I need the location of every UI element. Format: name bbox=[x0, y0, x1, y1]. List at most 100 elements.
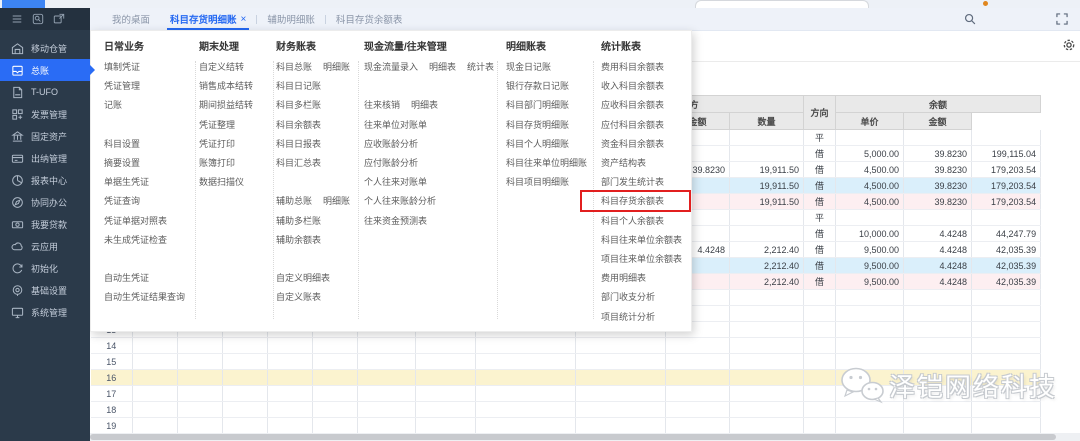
menu-item[interactable]: 凭证单据对照表 bbox=[104, 214, 167, 227]
menu-item[interactable]: 现金日记账 bbox=[506, 60, 551, 73]
table-row[interactable]: 14 bbox=[91, 338, 1041, 354]
menu-item[interactable]: 自定义结转 bbox=[199, 60, 244, 73]
sidebar-item-system[interactable]: 系统管理 bbox=[0, 301, 90, 323]
menu-item[interactable]: 账簿打印 bbox=[199, 156, 235, 169]
tab-3[interactable]: 辅助明细账 bbox=[257, 8, 325, 30]
menu-item[interactable]: 凭证管理 bbox=[104, 79, 140, 92]
menu-item[interactable]: 应收账龄分析 bbox=[364, 137, 418, 150]
menu-item[interactable]: 填制凭证 bbox=[104, 60, 140, 73]
menu-item[interactable]: 收入科目余额表 bbox=[601, 79, 664, 92]
menu-item[interactable]: 自定义明细表 bbox=[276, 271, 330, 284]
menu-item[interactable]: 自动生凭证结果查询 bbox=[104, 290, 185, 303]
menu-item[interactable]: 费用明细表 bbox=[601, 271, 646, 284]
horizontal-scrollbar-thumb[interactable] bbox=[90, 434, 1056, 440]
export-icon[interactable] bbox=[53, 13, 65, 25]
tab-4[interactable]: 科目存货余额表 bbox=[326, 8, 413, 30]
menu-item[interactable]: 科目项目明细账 bbox=[506, 175, 569, 188]
menu-item[interactable]: 项目统计分析 bbox=[601, 310, 655, 323]
menu-item-highlighted[interactable]: 科目存货余额表 bbox=[601, 194, 664, 207]
tab-1[interactable]: 我的桌面 bbox=[102, 8, 160, 30]
menu-item[interactable]: 辅助多栏账 bbox=[276, 214, 321, 227]
menu-item[interactable]: 部门收支分析 bbox=[601, 290, 655, 303]
menu-item[interactable]: 明细账 bbox=[323, 60, 350, 73]
menu-item[interactable]: 科目往来单位余额表 bbox=[601, 233, 682, 246]
sidebar-item-invoice[interactable]: 发票管理 bbox=[0, 103, 90, 125]
price-cell bbox=[904, 130, 972, 146]
hamburger-icon[interactable] bbox=[11, 13, 23, 25]
menu-item[interactable]: 自定义账表 bbox=[276, 290, 321, 303]
menu-item[interactable]: 项目往来单位余额表 bbox=[601, 252, 682, 265]
menu-item[interactable]: 应付账龄分析 bbox=[364, 156, 418, 169]
menu-item[interactable]: 科目个人余额表 bbox=[601, 214, 664, 227]
credit-amount-cell bbox=[730, 290, 804, 306]
menu-item[interactable]: 科目多栏账 bbox=[276, 98, 321, 111]
sidebar-item-cashier[interactable]: 出纳管理 bbox=[0, 147, 90, 169]
menu-item[interactable]: 往来资金预测表 bbox=[364, 214, 427, 227]
amount-cell: 42,035.39 bbox=[972, 274, 1041, 290]
credit-price-cell bbox=[666, 338, 730, 354]
tab-2[interactable]: 科目存货明细账× bbox=[160, 8, 256, 30]
menu-item[interactable]: 期间损益结转 bbox=[199, 98, 253, 111]
sidebar-item-collaboration[interactable]: 协同办公 bbox=[0, 191, 90, 213]
menu-item[interactable]: 销售成本结转 bbox=[199, 79, 253, 92]
menu-item[interactable]: 辅助余额表 bbox=[276, 233, 321, 246]
menu-item[interactable]: 科目汇总表 bbox=[276, 156, 321, 169]
table-row[interactable]: 19 bbox=[91, 418, 1041, 434]
fullscreen-icon[interactable] bbox=[1056, 13, 1068, 25]
menu-item[interactable]: 科目往来单位明细账 bbox=[506, 156, 587, 169]
menu-item[interactable]: 摘要设置 bbox=[104, 156, 140, 169]
menu-item[interactable]: 明细账 bbox=[323, 194, 350, 207]
menu-item[interactable]: 科目设置 bbox=[104, 137, 140, 150]
sidebar-item-bank[interactable]: 固定资产 bbox=[0, 125, 90, 147]
sidebar-item-warehouse[interactable]: 移动仓管 bbox=[0, 37, 90, 59]
sidebar-item-ledger[interactable]: 总账 bbox=[0, 59, 90, 81]
menu-item[interactable]: 费用科目余额表 bbox=[601, 60, 664, 73]
menu-item[interactable]: 明细表 bbox=[411, 98, 438, 111]
sidebar-item-t-ufo[interactable]: T-UFO bbox=[0, 81, 90, 103]
menu-item[interactable]: 应收科目余额表 bbox=[601, 98, 664, 111]
menu-item[interactable]: 现金流量录入 bbox=[364, 60, 418, 73]
menu-item[interactable]: 应付科目余额表 bbox=[601, 118, 664, 131]
menu-item[interactable]: 未生成凭证检查 bbox=[104, 233, 167, 246]
menu-item[interactable]: 明细表 bbox=[429, 60, 456, 73]
initialize-icon bbox=[11, 262, 24, 275]
menu-item[interactable]: 往来核销 bbox=[364, 98, 400, 111]
menu-item[interactable]: 科目部门明细账 bbox=[506, 98, 569, 111]
menu-item[interactable]: 科目存货明细账 bbox=[506, 118, 569, 131]
menu-item[interactable]: 部门发生统计表 bbox=[601, 175, 664, 188]
sidebar-item-loan[interactable]: 我要贷款 bbox=[0, 213, 90, 235]
menu-item[interactable]: 凭证查询 bbox=[104, 194, 140, 207]
menu-item[interactable]: 资产结构表 bbox=[601, 156, 646, 169]
search-icon[interactable] bbox=[964, 13, 976, 25]
horizontal-scrollbar[interactable] bbox=[90, 433, 1080, 441]
menu-item[interactable]: 数据扫描仪 bbox=[199, 175, 244, 188]
menu-item[interactable]: 银行存款日记账 bbox=[506, 79, 569, 92]
menu-item[interactable]: 记账 bbox=[104, 98, 122, 111]
menu-item[interactable]: 统计表 bbox=[467, 60, 494, 73]
menu-item[interactable]: 凭证整理 bbox=[199, 118, 235, 131]
menu-item[interactable]: 科目日报表 bbox=[276, 137, 321, 150]
menu-item[interactable]: 科目余额表 bbox=[276, 118, 321, 131]
gear-icon[interactable] bbox=[1062, 38, 1076, 52]
menu-item[interactable]: 资金科目余额表 bbox=[601, 137, 664, 150]
close-icon[interactable]: × bbox=[241, 14, 247, 25]
menu-item[interactable]: 科目日记账 bbox=[276, 79, 321, 92]
amount-cell bbox=[972, 306, 1041, 322]
search-box-icon[interactable] bbox=[32, 13, 44, 25]
sidebar-item-report-pie[interactable]: 报表中心 bbox=[0, 169, 90, 191]
sidebar-item-cloud[interactable]: 云应用 bbox=[0, 235, 90, 257]
sidebar-item-label: 报表中心 bbox=[31, 174, 67, 187]
menu-item[interactable]: 个人往来对账单 bbox=[364, 175, 427, 188]
menu-item[interactable]: 科目总账 bbox=[276, 60, 312, 73]
menu-item[interactable]: 往来单位对账单 bbox=[364, 118, 427, 131]
menu-item[interactable]: 辅助总账 bbox=[276, 194, 312, 207]
menu-item[interactable]: 凭证打印 bbox=[199, 137, 235, 150]
row-number: 15 bbox=[91, 354, 133, 370]
menu-item[interactable]: 科目个人明细账 bbox=[506, 137, 569, 150]
menu-item[interactable]: 自动生凭证 bbox=[104, 271, 149, 284]
sidebar-item-initialize[interactable]: 初始化 bbox=[0, 257, 90, 279]
menu-item[interactable]: 单据生凭证 bbox=[104, 175, 149, 188]
menu-item[interactable]: 个人往来账龄分析 bbox=[364, 194, 436, 207]
row-number: 14 bbox=[91, 338, 133, 354]
sidebar-item-base-settings[interactable]: 基础设置 bbox=[0, 279, 90, 301]
